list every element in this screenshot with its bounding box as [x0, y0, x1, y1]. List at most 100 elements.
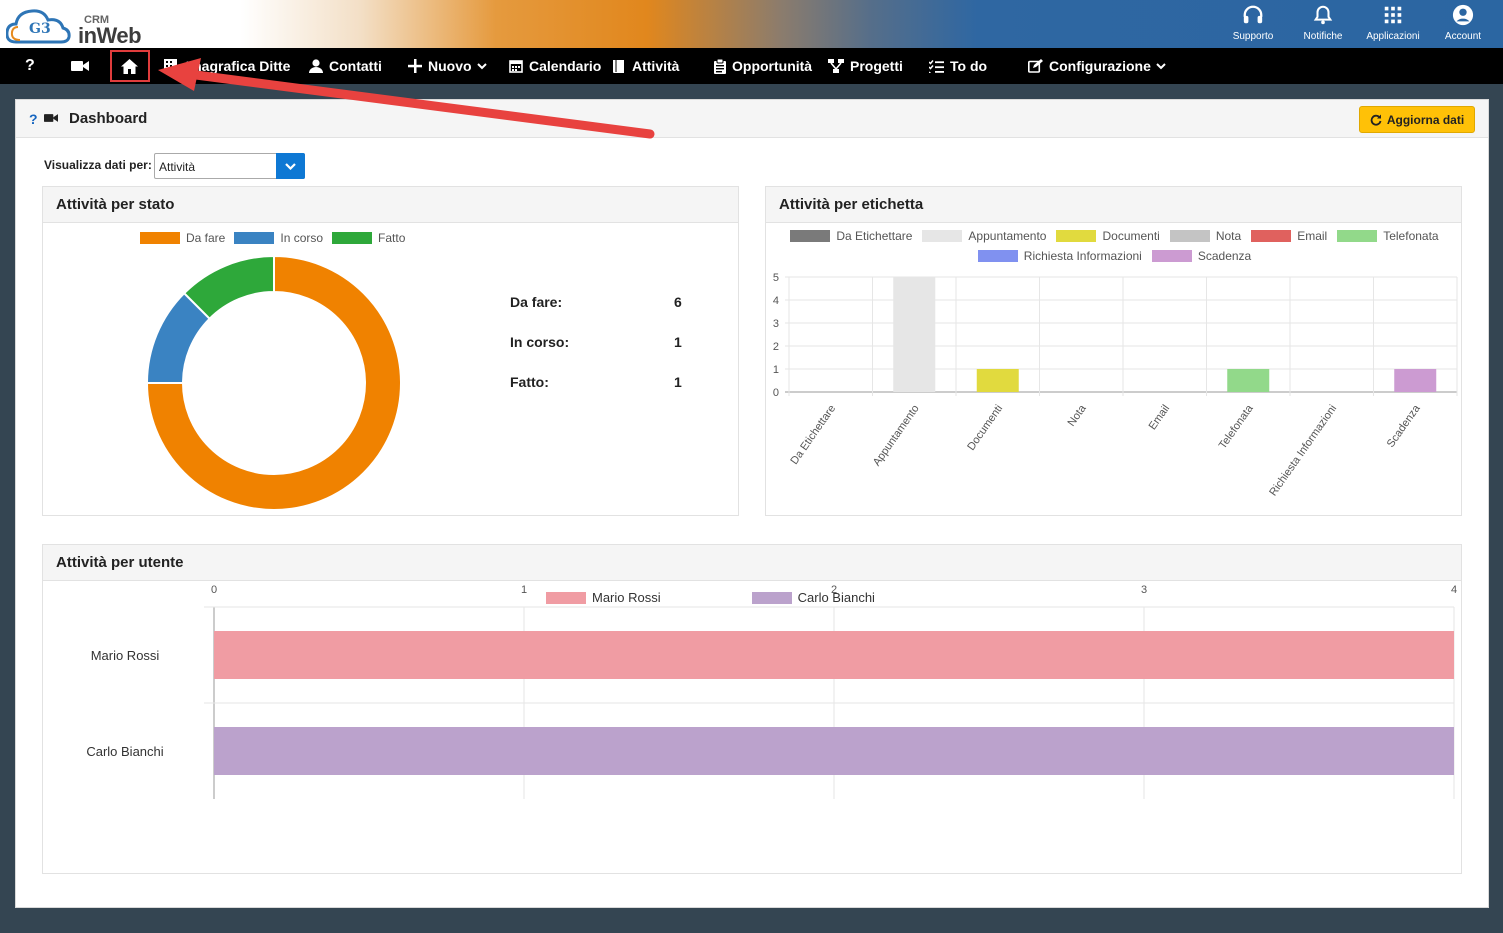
applications-button[interactable]: Applicazioni: [1358, 4, 1428, 46]
card-activity-by-label: Attività per etichetta Da Etichettare App…: [765, 186, 1462, 516]
edit-icon: [1028, 59, 1043, 73]
apps-grid-icon: [1384, 6, 1402, 24]
status-donut-chart: [145, 254, 402, 511]
calendar-icon: [509, 60, 523, 73]
notifications-button[interactable]: Notifiche: [1288, 4, 1358, 46]
nav-attivita[interactable]: Attività: [613, 48, 679, 84]
home-highlight-box: [110, 50, 150, 82]
chevron-down-icon: [1156, 62, 1166, 69]
bar[interactable]: [893, 277, 936, 392]
headset-icon: [1243, 5, 1263, 24]
legend-swatch: [1251, 230, 1292, 242]
logo-badge: G3: [29, 21, 51, 37]
legend-label: Email: [1297, 229, 1328, 243]
legend-label: Da fare: [186, 231, 226, 245]
legend-item[interactable]: Fatto: [332, 231, 405, 245]
account-button[interactable]: Account: [1428, 4, 1498, 46]
legend-label: Da Etichettare: [836, 229, 913, 243]
y-tick-label: 5: [773, 272, 779, 284]
legend-item[interactable]: In corso: [234, 231, 323, 245]
clipboard-icon: [714, 58, 726, 74]
legend-label: Telefonata: [1383, 229, 1439, 243]
view-data-value: Attività: [159, 160, 196, 174]
legend-swatch: [1169, 230, 1210, 242]
bar[interactable]: [214, 727, 1454, 775]
card-activity-by-user: Attività per utente Mario Rossi Carlo Bi…: [42, 544, 1462, 874]
video-camera-icon[interactable]: [44, 113, 58, 123]
nav-label: Anagrafica Ditte: [183, 58, 291, 74]
legend-item[interactable]: Nota: [1169, 229, 1241, 243]
legend-swatch: [234, 232, 275, 244]
nav-progetti[interactable]: Progetti: [828, 48, 903, 84]
main-navbar: ? Anagrafica Ditte Contatti Nuovo Calend…: [0, 48, 1503, 84]
legend-item[interactable]: Scadenza: [1151, 249, 1252, 263]
crm-inweb-logo[interactable]: G3 CRM inWeb: [6, 4, 146, 48]
stat-label: In corso:: [510, 334, 570, 350]
user-bar-chart: 0 1 2 3 4 Mario Rossi Carlo Bianchi: [86, 584, 1457, 799]
bar[interactable]: [976, 369, 1019, 392]
bar[interactable]: [214, 631, 1454, 679]
x-tick-label: Da Etichettare: [788, 403, 838, 467]
legend-label: Appuntamento: [968, 229, 1047, 243]
nav-anagrafica-ditte[interactable]: Anagrafica Ditte: [164, 48, 290, 84]
refresh-icon: [1370, 114, 1382, 126]
card-title: Attività per etichetta: [766, 187, 1461, 223]
x-tick-label: 3: [1141, 584, 1147, 596]
chevron-down-icon: [285, 162, 296, 170]
nav-label: Calendario: [529, 58, 602, 74]
y-tick-label: Mario Rossi: [91, 648, 160, 663]
refresh-label: Aggiorna dati: [1386, 112, 1465, 127]
x-tick-label: 4: [1451, 584, 1457, 596]
view-data-select[interactable]: Attività: [154, 153, 305, 179]
legend-item[interactable]: Richiesta Informazioni: [977, 249, 1142, 263]
nav-contatti[interactable]: Contatti: [309, 48, 382, 84]
nav-configurazione[interactable]: Configurazione: [1028, 48, 1166, 84]
legend-item[interactable]: Telefonata: [1337, 229, 1439, 243]
support-button[interactable]: Supporto: [1218, 4, 1288, 46]
logo-inweb-text: inWeb: [78, 23, 142, 48]
video-camera-icon: [71, 61, 89, 71]
video-button[interactable]: [71, 48, 89, 84]
card-title: Attività per utente: [43, 545, 1461, 581]
top-bar: G3 CRM inWeb Supporto Notifiche Applicaz…: [0, 0, 1503, 48]
support-label: Supporto: [1232, 31, 1274, 42]
legend-item[interactable]: Da fare: [140, 231, 225, 245]
status-legend: Da fare In corso Fatto: [140, 231, 405, 245]
nav-label: Contatti: [329, 58, 382, 74]
y-tick-label: 4: [773, 295, 779, 307]
x-tick-label: 0: [211, 584, 217, 596]
legend-swatch: [1151, 250, 1192, 262]
bar[interactable]: [1394, 369, 1437, 392]
nav-todo[interactable]: To do: [928, 48, 988, 84]
card-activity-by-status: Attività per stato Da fare In corso Fatt…: [42, 186, 739, 516]
legend-item[interactable]: Appuntamento: [922, 229, 1046, 243]
nav-opportunita[interactable]: Opportunità: [714, 48, 812, 84]
bell-icon: [1313, 5, 1333, 25]
help-icon[interactable]: ?: [29, 111, 38, 127]
legend-item[interactable]: Da Etichettare: [790, 229, 912, 243]
stat-value: 1: [674, 334, 682, 350]
x-tick-label: Richiesta Informazioni: [1267, 403, 1339, 499]
legend-swatch: [140, 232, 180, 244]
legend-label: Documenti: [1102, 229, 1160, 243]
stat-label: Fatto:: [510, 374, 549, 390]
label-bar-chart: 0 1 2 3 4 5 Da Etichettare Appuntamento Document…: [773, 272, 1458, 499]
y-tick-label: 0: [773, 387, 779, 399]
select-dropdown-button[interactable]: [276, 153, 305, 179]
nav-calendario[interactable]: Calendario: [509, 48, 601, 84]
legend-item[interactable]: Documenti: [1056, 229, 1160, 243]
bar[interactable]: [1227, 369, 1270, 392]
refresh-data-button[interactable]: Aggiorna dati: [1359, 106, 1475, 133]
legend-swatch: [1337, 230, 1378, 242]
legend-swatch: [1056, 230, 1097, 242]
list-check-icon: [928, 59, 944, 74]
legend-swatch: [922, 230, 963, 242]
account-label: Account: [1444, 31, 1482, 42]
legend-item[interactable]: Email: [1251, 229, 1327, 243]
nav-label: To do: [950, 58, 988, 74]
panel-header: ? Dashboard Aggiorna dati: [16, 100, 1488, 138]
nav-nuovo[interactable]: Nuovo: [408, 48, 487, 84]
nav-label: Nuovo: [428, 58, 472, 74]
legend-label: Scadenza: [1197, 249, 1252, 263]
help-button[interactable]: ?: [25, 48, 35, 84]
